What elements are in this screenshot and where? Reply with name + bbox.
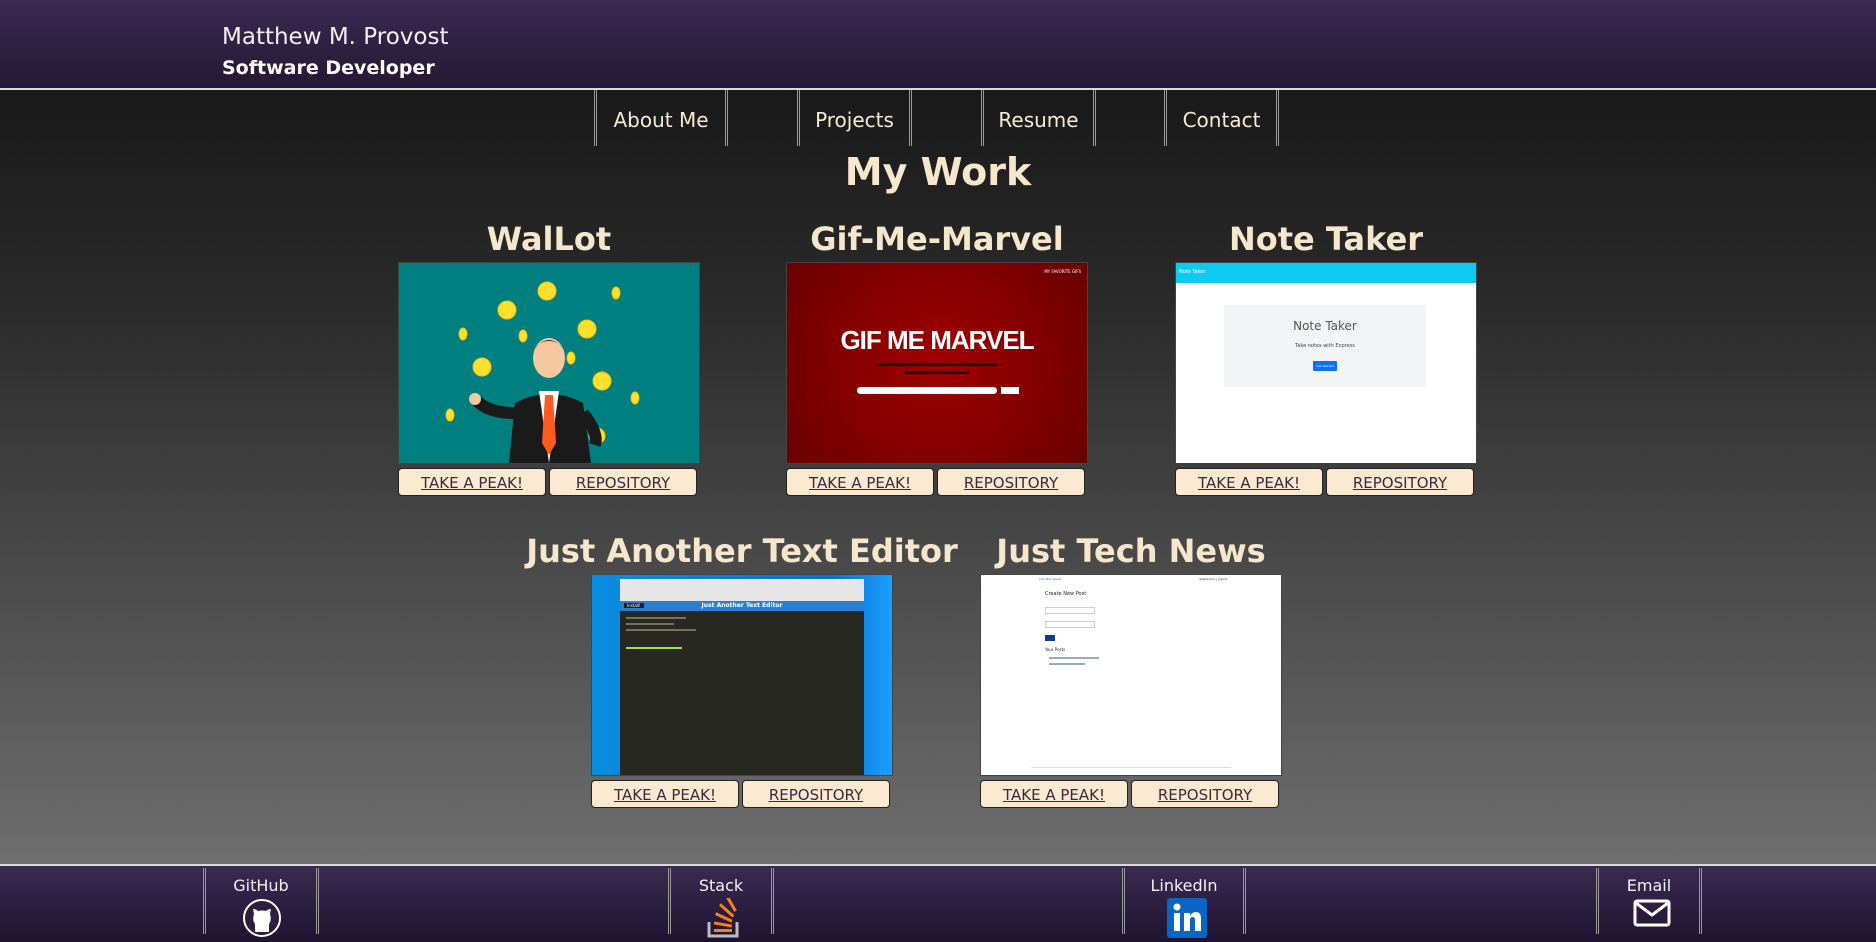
site-header: Matthew M. Provost Software Developer (0, 0, 1876, 90)
nav-about-me[interactable]: About Me (594, 90, 728, 146)
thumb-jumbotron: Note Taker Take notes with Express Get S… (1224, 305, 1426, 387)
thumb-start-button: Get Started (1313, 361, 1337, 371)
site-owner-name: Matthew M. Provost (222, 24, 449, 50)
thumb-corner-label: MY FAVORITE GIFS (1044, 269, 1081, 274)
project-actions: TAKE A PEAK! REPOSITORY (1175, 468, 1477, 498)
page-title: My Work (844, 150, 1032, 194)
take-a-peak-button[interactable]: TAKE A PEAK! (398, 468, 546, 496)
thumb-search-button (1001, 387, 1019, 394)
nav-resume[interactable]: Resume (981, 90, 1096, 146)
thumb-footer-line (1031, 767, 1231, 768)
take-a-peak-button[interactable]: TAKE A PEAK! (786, 468, 934, 496)
footer-linkedin-link[interactable]: LinkedIn (1122, 868, 1246, 938)
thumb-code-line (626, 629, 696, 631)
thumb-navbar: Note Taker (1176, 263, 1476, 283)
thumb-post-line (1049, 663, 1085, 665)
repository-button[interactable]: REPOSITORY (937, 468, 1085, 496)
project-actions: TAKE A PEAK! REPOSITORY (786, 468, 1088, 498)
take-a-peak-button[interactable]: TAKE A PEAK! (980, 780, 1128, 808)
footer-email-link[interactable]: Email (1596, 868, 1702, 934)
thumb-browser-window: Install! Just Another Text Editor (620, 579, 864, 775)
take-a-peak-button[interactable]: TAKE A PEAK! (1175, 468, 1323, 496)
take-a-peak-button[interactable]: TAKE A PEAK! (591, 780, 739, 808)
footer-link-label: Email (1626, 876, 1672, 895)
thumb-heading: Create New Post (1045, 591, 1087, 597)
email-icon (1633, 898, 1671, 932)
thumb-subheading: Take notes with Express (1295, 343, 1355, 349)
thumb-input (1045, 607, 1095, 614)
thumb-code-line (626, 617, 686, 619)
project-thumbnail[interactable]: Note Taker Note Taker Take notes with Ex… (1175, 262, 1477, 464)
footer-github-link[interactable]: GitHub (203, 868, 319, 937)
footer-link-label: Stack (698, 876, 744, 895)
thumb-tagline (905, 371, 969, 374)
project-thumbnail[interactable]: Install! Just Another Text Editor (591, 574, 893, 776)
thumb-code-line (626, 623, 674, 625)
thumb-nav: dashboard | logout (1199, 577, 1228, 581)
project-title: Just Tech News (996, 532, 1266, 570)
thumb-navbar-brand: Note Taker (1179, 269, 1206, 275)
footer-link-label: LinkedIn (1150, 876, 1218, 895)
project-actions: TAKE A PEAK! REPOSITORY (398, 468, 700, 498)
project-actions: TAKE A PEAK! REPOSITORY (591, 780, 893, 810)
thumb-heading: Note Taker (1293, 319, 1357, 333)
repository-button[interactable]: REPOSITORY (549, 468, 697, 496)
stackoverflow-icon (705, 896, 743, 942)
site-owner-role: Software Developer (222, 57, 435, 79)
linkedin-icon (1167, 898, 1207, 942)
thumb-submit (1045, 635, 1055, 641)
project-title: Note Taker (1228, 220, 1424, 258)
nav-projects[interactable]: Projects (797, 90, 912, 146)
thumb-search-input (857, 387, 997, 394)
main-nav: About Me Projects Resume Contact (0, 90, 1876, 148)
footer-link-label: GitHub (233, 876, 289, 895)
repository-button[interactable]: REPOSITORY (742, 780, 890, 808)
thumb-browser-chrome (620, 579, 864, 601)
repository-button[interactable]: REPOSITORY (1326, 468, 1474, 496)
repository-button[interactable]: REPOSITORY (1131, 780, 1279, 808)
nav-contact[interactable]: Contact (1164, 90, 1279, 146)
project-thumbnail[interactable] (398, 262, 700, 464)
thumb-posts-heading: Your Posts (1045, 647, 1066, 652)
thumb-post-line (1049, 657, 1099, 659)
thumb-input (1045, 621, 1095, 628)
thumb-logo-text: GIF ME MARVEL (840, 325, 1034, 355)
site-footer: GitHub Stack LinkedIn Email (0, 864, 1876, 942)
project-actions: TAKE A PEAK! REPOSITORY (980, 780, 1282, 810)
footer-stack-link[interactable]: Stack (668, 868, 774, 938)
project-thumbnail[interactable]: Just Tech News dashboard | logout Create… (980, 574, 1282, 776)
thumb-code-line (626, 647, 682, 649)
thumb-app-title: Just Another Text Editor (701, 602, 783, 609)
project-thumbnail[interactable]: MY FAVORITE GIFS GIF ME MARVEL (786, 262, 1088, 464)
thumb-brand: Just Tech News (1039, 577, 1062, 581)
github-icon (242, 898, 282, 942)
thumb-app-header: Install! Just Another Text Editor (620, 601, 864, 611)
thumb-tagline (877, 363, 997, 366)
